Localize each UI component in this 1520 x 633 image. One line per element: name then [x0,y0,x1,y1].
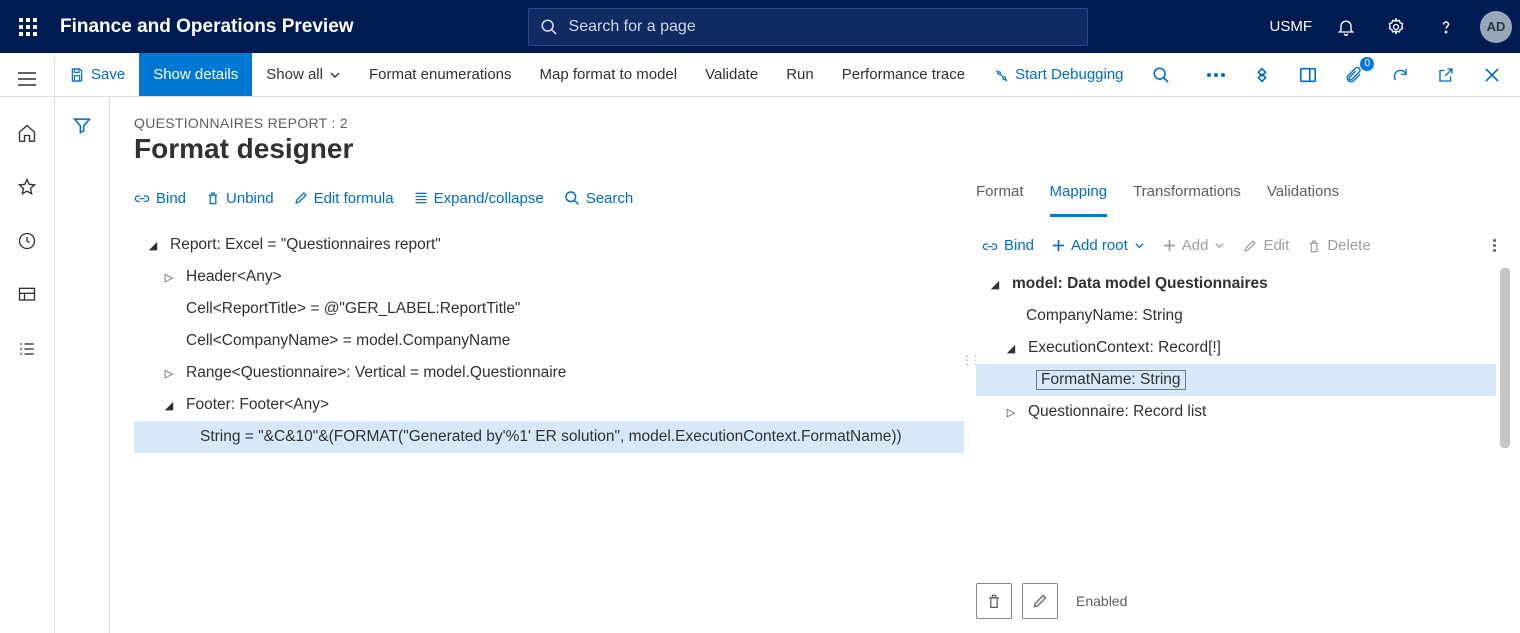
breadcrumb: QUESTIONNAIRES REPORT : 2 [134,115,1496,131]
show-details-label: Show details [153,66,238,83]
tree-node[interactable]: Cell<CompanyName> = model.CompanyName [134,325,964,357]
right-tabs: Format Mapping Transformations Validatio… [976,183,1496,217]
left-nav-rail [0,53,55,633]
mapping-toolbar: Bind Add root Add Edit Delete [976,237,1496,254]
edit-icon-button[interactable] [1022,583,1058,619]
popout-icon[interactable] [1430,59,1462,91]
tree-node[interactable]: ▷Range<Questionnaire>: Vertical = model.… [134,357,964,389]
edit-formula-button[interactable]: Edit formula [294,190,394,207]
tree-node[interactable]: ◢Footer: Footer<Any> [134,389,964,421]
diamond-icon[interactable] [1246,59,1278,91]
tab-validations[interactable]: Validations [1267,183,1339,217]
format-enum-button[interactable]: Format enumerations [355,53,526,96]
tree-node[interactable]: Cell<ReportTitle> = @"GER_LABEL:ReportTi… [134,293,964,325]
tree-node[interactable]: ▷Questionnaire: Record list [976,396,1496,428]
run-button[interactable]: Run [772,53,828,96]
expand-button[interactable]: Expand/collapse [414,190,544,207]
unbind-button[interactable]: Unbind [206,190,274,207]
splitter-handle[interactable]: ⋮⋮ [964,183,976,633]
tree-node[interactable]: ◢ExecutionContext: Record[!] [976,332,1496,364]
star-icon[interactable] [11,171,43,203]
show-details-button[interactable]: Show details [139,53,252,96]
bind-button[interactable]: Bind [134,190,186,207]
show-all-label: Show all [266,66,323,83]
mapping-bind-button[interactable]: Bind [982,237,1034,254]
cmd-search-icon[interactable] [1138,53,1184,96]
validate-button[interactable]: Validate [691,53,772,96]
avatar[interactable]: AD [1480,11,1512,43]
add-button: Add [1163,237,1226,254]
titlebar: Finance and Operations Preview USMF AD [0,0,1520,53]
clock-icon[interactable] [11,225,43,257]
edit-button: Edit [1243,237,1289,254]
help-icon[interactable] [1430,11,1462,43]
tree-node[interactable]: ◢Report: Excel = "Questionnaires report" [134,229,964,261]
enabled-label: Enabled [1076,593,1127,609]
format-tree: ◢Report: Excel = "Questionnaires report"… [134,229,964,453]
page-title: Format designer [134,133,1496,165]
attachment-icon[interactable]: 0 [1338,59,1370,91]
tab-transformations[interactable]: Transformations [1133,183,1241,217]
global-search-input[interactable] [528,8,1088,46]
save-button[interactable]: Save [55,53,139,96]
home-icon[interactable] [11,117,43,149]
filter-icon[interactable] [72,115,92,633]
add-root-button[interactable]: Add root [1052,237,1145,254]
refresh-icon[interactable] [1384,59,1416,91]
perf-trace-button[interactable]: Performance trace [828,53,979,96]
tree-node[interactable]: ▷Header<Any> [134,261,964,293]
mapping-tree: ◢model: Data model Questionnaires Compan… [976,268,1496,428]
command-bar: Save Show details Show all Format enumer… [0,53,1520,97]
save-label: Save [91,66,125,83]
more-icon[interactable] [1200,59,1232,91]
tab-mapping[interactable]: Mapping [1050,183,1108,217]
start-debug-button[interactable]: Start Debugging [979,53,1137,96]
search-icon [540,18,558,36]
tab-format[interactable]: Format [976,183,1024,217]
map-format-button[interactable]: Map format to model [526,53,692,96]
pane-icon[interactable] [1292,59,1324,91]
tree-node[interactable]: CompanyName: String [976,300,1496,332]
bell-icon[interactable] [1330,11,1362,43]
legal-entity[interactable]: USMF [1269,18,1312,35]
overflow-icon[interactable] [1493,237,1496,254]
gear-icon[interactable] [1380,11,1412,43]
filter-column [55,97,110,633]
attachment-badge: 0 [1360,57,1374,71]
bottom-actions: Enabled [976,573,1496,633]
modules-icon[interactable] [11,333,43,365]
show-all-button[interactable]: Show all [252,53,355,96]
app-launcher-icon[interactable] [8,7,48,47]
format-toolbar: Bind Unbind Edit formula Expand/collapse… [134,183,964,213]
delete-button: Delete [1307,237,1370,254]
workspace-icon[interactable] [11,279,43,311]
delete-icon-button[interactable] [976,583,1012,619]
tree-search-button[interactable]: Search [564,190,634,207]
tree-node[interactable]: ◢model: Data model Questionnaires [976,268,1496,300]
scrollbar[interactable] [1500,268,1510,448]
tree-node-selected[interactable]: String = "&C&10"&(FORMAT("Generated by'%… [134,421,964,453]
close-icon[interactable] [1476,59,1508,91]
app-title: Finance and Operations Preview [60,16,354,38]
tree-node-selected[interactable]: FormatName: String [976,364,1496,396]
